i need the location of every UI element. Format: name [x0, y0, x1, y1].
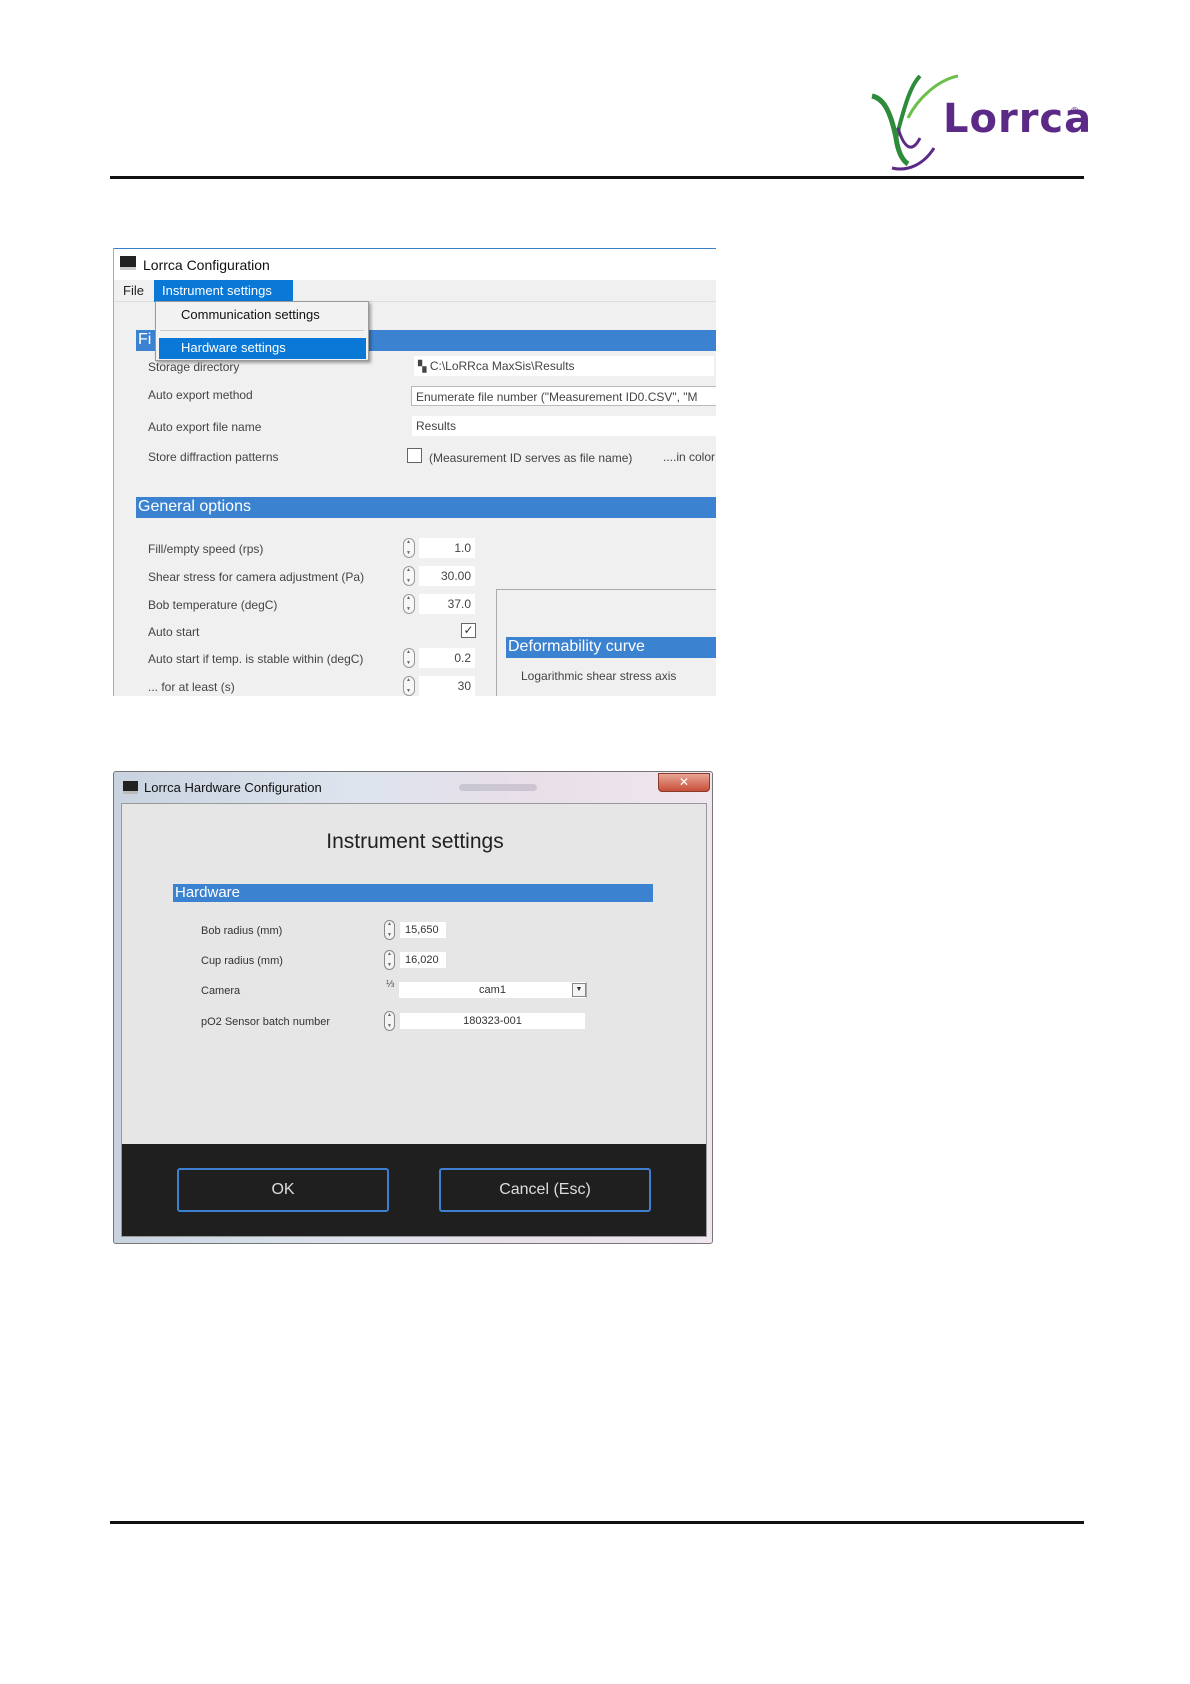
- for-at-least-label: ... for at least (s): [148, 680, 235, 694]
- chevron-down-icon[interactable]: ▼: [572, 983, 586, 997]
- storage-directory-field[interactable]: ▚ C:\LoRRca MaxSis\Results: [414, 356, 714, 376]
- bob-radius-value[interactable]: 15,650: [400, 922, 446, 938]
- store-diffraction-checkbox[interactable]: [407, 448, 422, 463]
- menu-bar: File Instrument settings: [114, 280, 716, 302]
- deformability-curve-band: Deformability curve: [506, 637, 716, 658]
- auto-start-checkbox[interactable]: ✓: [461, 623, 476, 638]
- config-title-bar: Lorrca Configuration: [114, 248, 716, 280]
- window-icon: [123, 781, 138, 794]
- auto-export-method-select[interactable]: Enumerate file number ("Measurement ID0.…: [411, 386, 716, 406]
- header-rule: [110, 176, 1084, 179]
- logarithmic-axis-label: Logarithmic shear stress axis: [521, 669, 677, 683]
- camera-refresh-icon[interactable]: ⅓: [386, 980, 394, 990]
- po2-sensor-value[interactable]: 180323-001: [400, 1013, 585, 1029]
- title-bar-blur: [459, 784, 537, 791]
- lorrca-logo: Lorrca ®: [868, 68, 1091, 174]
- camera-label: Camera: [201, 985, 241, 997]
- fill-speed-spinner[interactable]: [403, 538, 415, 558]
- cup-radius-spinner[interactable]: [384, 950, 395, 970]
- general-options-band: General options: [136, 497, 716, 518]
- fill-speed-label: Fill/empty speed (rps): [148, 542, 264, 556]
- close-button[interactable]: ✕: [658, 773, 710, 792]
- shear-stress-spinner[interactable]: [403, 566, 415, 586]
- auto-export-method-label: Auto export method: [148, 388, 253, 402]
- po2-sensor-label: pO2 Sensor batch number: [201, 1016, 331, 1028]
- hardware-dialog-body: Instrument settings Hardware Bob radius …: [121, 803, 707, 1237]
- auto-start-stable-label: Auto start if temp. is stable within (de…: [148, 652, 364, 666]
- diffraction-color-option: ....in color: [663, 450, 716, 464]
- camera-value: cam1: [479, 984, 506, 996]
- cancel-button[interactable]: Cancel (Esc): [439, 1168, 651, 1212]
- auto-export-file-name-label: Auto export file name: [148, 420, 262, 434]
- footer-rule: [110, 1521, 1084, 1524]
- auto-start-stable-value[interactable]: 0.2: [419, 648, 475, 668]
- config-window-screenshot: Lorrca Configuration File Instrument set…: [113, 248, 716, 696]
- menu-item-communication-settings[interactable]: Communication settings: [181, 307, 320, 322]
- hardware-band: Hardware: [173, 884, 653, 902]
- dialog-footer: OK Cancel (Esc): [122, 1144, 706, 1236]
- auto-start-stable-spinner[interactable]: [403, 648, 415, 668]
- config-title: Lorrca Configuration: [143, 257, 270, 273]
- hardware-config-window: Lorrca Hardware Configuration ✕ Instrume…: [113, 771, 713, 1244]
- for-at-least-spinner[interactable]: [403, 676, 415, 696]
- storage-directory-value: C:\LoRRca MaxSis\Results: [429, 359, 575, 373]
- auto-export-file-name-input[interactable]: Results: [412, 416, 716, 436]
- camera-select[interactable]: cam1: [399, 982, 587, 998]
- shear-stress-value[interactable]: 30.00: [419, 566, 475, 586]
- po2-sensor-spinner[interactable]: [384, 1011, 395, 1031]
- registered-mark: ®: [1071, 106, 1079, 117]
- fill-speed-value[interactable]: 1.0: [419, 538, 475, 558]
- for-at-least-value[interactable]: 30: [419, 676, 475, 696]
- bob-temperature-value[interactable]: 37.0: [419, 594, 475, 614]
- bob-radius-spinner[interactable]: [384, 920, 395, 940]
- storage-directory-label: Storage directory: [148, 360, 240, 374]
- hardware-window-title: Lorrca Hardware Configuration: [144, 780, 322, 795]
- auto-start-label: Auto start: [148, 625, 200, 639]
- instrument-settings-menu: Communication settings Hardware settings: [155, 301, 369, 361]
- window-icon: [120, 256, 136, 270]
- menu-item-hardware-settings[interactable]: Hardware settings: [159, 338, 366, 359]
- bob-temperature-spinner[interactable]: [403, 594, 415, 614]
- ok-button[interactable]: OK: [177, 1168, 389, 1212]
- bob-temperature-label: Bob temperature (degC): [148, 598, 278, 612]
- bob-radius-label: Bob radius (mm): [201, 925, 283, 937]
- menu-separator: [160, 330, 364, 331]
- menu-instrument-settings[interactable]: Instrument settings: [154, 280, 293, 302]
- instrument-settings-heading: Instrument settings: [326, 830, 504, 853]
- cup-radius-label: Cup radius (mm): [201, 955, 283, 967]
- store-diffraction-label: Store diffraction patterns: [148, 450, 279, 464]
- folder-icon: ▚: [418, 361, 427, 373]
- logo-text: Lorrca: [943, 96, 1093, 142]
- menu-file[interactable]: File: [123, 283, 144, 298]
- files-band-label: Fi: [138, 331, 152, 348]
- cup-radius-value[interactable]: 16,020: [400, 952, 446, 968]
- diffraction-note: (Measurement ID serves as file name): [429, 451, 633, 465]
- shear-stress-label: Shear stress for camera adjustment (Pa): [148, 570, 365, 584]
